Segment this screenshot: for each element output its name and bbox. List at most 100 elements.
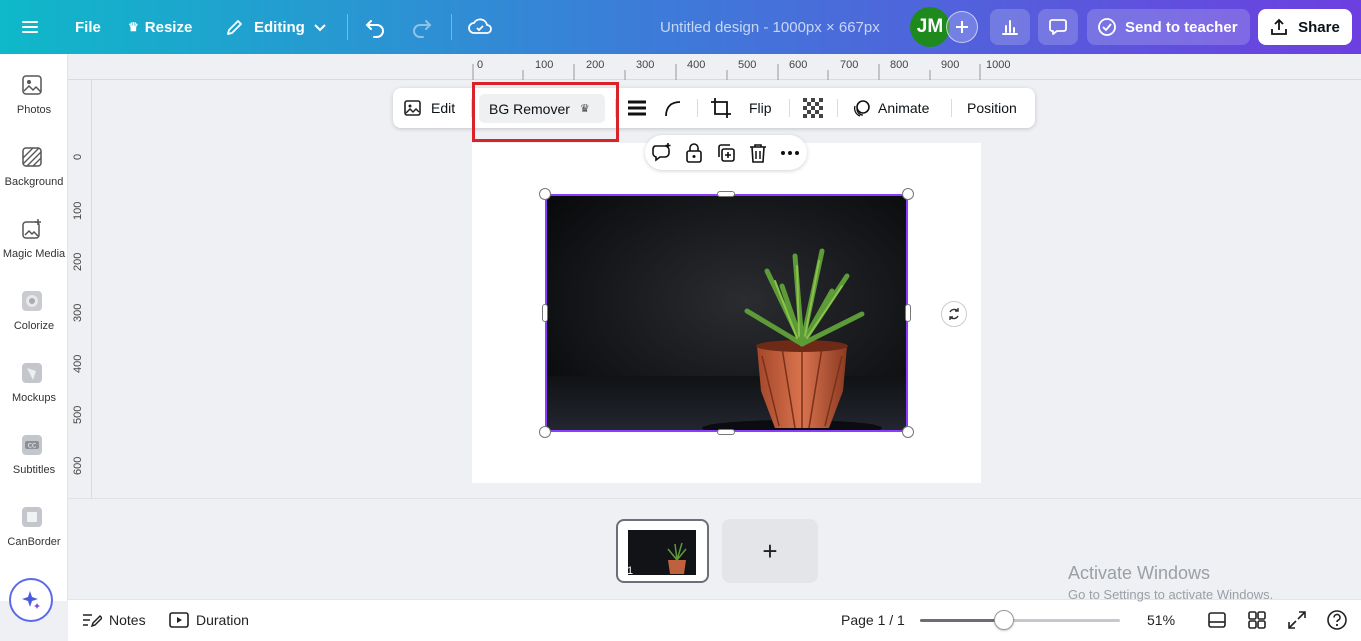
save-status[interactable] xyxy=(468,0,492,54)
ruler-label: 400 xyxy=(72,354,84,373)
avatar[interactable]: JM xyxy=(910,7,950,47)
ruler-label: 100 xyxy=(72,201,84,220)
duplicate-icon[interactable] xyxy=(715,142,737,164)
sidebar-item-mockups[interactable]: Mockups xyxy=(0,362,68,434)
position-button[interactable]: Position xyxy=(967,88,1017,128)
photo-icon xyxy=(22,75,42,95)
animate-button[interactable]: Animate xyxy=(852,88,929,128)
divider xyxy=(789,99,790,117)
border-style-button[interactable] xyxy=(627,88,647,128)
zoom-slider[interactable] xyxy=(920,619,1120,622)
ruler-label: 100 xyxy=(535,59,554,71)
crown-icon: ♛ xyxy=(128,20,139,34)
resize-button[interactable]: ♛ Resize xyxy=(128,0,192,54)
sidebar-item-canborder[interactable]: CanBorder xyxy=(0,506,68,578)
sidebar-item-label: Subtitles xyxy=(12,464,56,476)
resize-handle[interactable] xyxy=(717,429,735,435)
ruler-label: 1000 xyxy=(986,59,1011,71)
thumbnail-image xyxy=(628,530,696,575)
ruler-label: 700 xyxy=(840,59,859,71)
cloud-check-icon xyxy=(468,18,492,34)
sidebar-item-label: Photos xyxy=(16,104,52,116)
sidebar-item-label: Mockups xyxy=(11,392,57,404)
lock-icon[interactable] xyxy=(683,142,705,164)
notes-icon xyxy=(83,614,102,628)
upload-icon xyxy=(1271,18,1288,35)
highlight-box xyxy=(472,82,619,142)
share-button[interactable]: Share xyxy=(1258,9,1352,45)
send-to-teacher-label: Send to teacher xyxy=(1125,18,1238,36)
comments-button[interactable] xyxy=(1038,9,1078,45)
thumbnail-plant xyxy=(628,530,696,575)
ruler-label: 200 xyxy=(72,252,84,271)
left-sidebar: Photos Background Magic Media Colorize M… xyxy=(0,54,68,622)
add-page-button[interactable]: + xyxy=(722,519,818,583)
ruler-label: 800 xyxy=(890,59,909,71)
add-comment-icon[interactable] xyxy=(651,142,673,164)
resize-handle[interactable] xyxy=(717,191,735,197)
sidebar-item-colorize[interactable]: Colorize xyxy=(0,290,68,362)
more-options-icon[interactable] xyxy=(779,142,801,164)
invite-button[interactable] xyxy=(946,11,978,43)
ruler-label: 500 xyxy=(738,59,757,71)
edit-label: Edit xyxy=(431,100,456,116)
resize-handle[interactable] xyxy=(902,188,914,200)
ruler-label: 300 xyxy=(72,303,84,322)
edit-image-button[interactable]: Edit xyxy=(403,88,455,128)
resize-handle[interactable] xyxy=(905,304,911,322)
ruler-label: 900 xyxy=(941,59,960,71)
colorize-icon xyxy=(22,291,42,311)
sidebar-item-photos[interactable]: Photos xyxy=(0,74,68,146)
design-title[interactable]: Untitled design - 1000px × 667px xyxy=(660,0,880,54)
divider xyxy=(451,14,452,40)
divider xyxy=(837,99,838,117)
editing-label: Editing xyxy=(254,18,305,36)
corner-rounding-button[interactable] xyxy=(663,88,683,128)
send-to-teacher-button[interactable]: Send to teacher xyxy=(1087,9,1250,45)
animate-icon xyxy=(853,100,870,117)
zoom-percentage[interactable]: 51% xyxy=(1147,600,1175,640)
resize-handle[interactable] xyxy=(539,188,551,200)
transparency-button[interactable] xyxy=(803,88,823,128)
sidebar-item-subtitles[interactable]: CC Subtitles xyxy=(0,434,68,506)
flip-button[interactable]: Flip xyxy=(749,88,772,128)
chevron-down-icon xyxy=(314,24,326,32)
rotate-handle[interactable] xyxy=(941,301,967,327)
line-weight-icon xyxy=(628,100,646,116)
sidebar-item-background[interactable]: Background xyxy=(0,146,68,218)
crop-button[interactable] xyxy=(710,88,732,128)
expand-icon xyxy=(1288,611,1306,629)
resize-handle[interactable] xyxy=(902,426,914,438)
page-view-button[interactable] xyxy=(1207,600,1227,640)
sidebar-item-magic-media[interactable]: Magic Media xyxy=(0,218,68,290)
pages-icon xyxy=(1208,612,1226,628)
file-menu[interactable]: File xyxy=(75,0,101,54)
pencil-icon xyxy=(227,20,242,35)
magic-assistant-button[interactable] xyxy=(9,578,53,622)
selected-image[interactable] xyxy=(545,194,908,432)
menu-button[interactable] xyxy=(20,0,40,54)
sidebar-item-label: Background xyxy=(4,176,64,188)
redo-button[interactable] xyxy=(411,0,433,54)
help-button[interactable] xyxy=(1326,600,1348,640)
top-ruler: 0 100 200 300 400 500 600 700 800 900 10… xyxy=(68,54,1361,80)
timer-icon xyxy=(169,612,189,628)
resize-handle[interactable] xyxy=(542,304,548,322)
fullscreen-button[interactable] xyxy=(1287,600,1307,640)
ruler-label: 400 xyxy=(687,59,706,71)
page-indicator[interactable]: Page 1 / 1 xyxy=(841,600,905,640)
background-icon xyxy=(22,147,42,167)
undo-button[interactable] xyxy=(364,0,386,54)
insights-button[interactable] xyxy=(990,9,1030,45)
notes-button[interactable]: Notes xyxy=(82,600,146,640)
sidebar-item-label: Colorize xyxy=(13,320,55,332)
zoom-knob[interactable] xyxy=(994,610,1014,630)
trash-icon[interactable] xyxy=(747,142,769,164)
sidebar-item-label: Magic Media xyxy=(2,248,66,260)
grid-view-button[interactable] xyxy=(1247,600,1267,640)
page-thumbnail[interactable]: 1 xyxy=(616,519,709,583)
ruler-label: 0 xyxy=(477,59,484,71)
editing-mode-button[interactable]: Editing xyxy=(225,0,327,54)
resize-handle[interactable] xyxy=(539,426,551,438)
duration-button[interactable]: Duration xyxy=(169,600,249,640)
